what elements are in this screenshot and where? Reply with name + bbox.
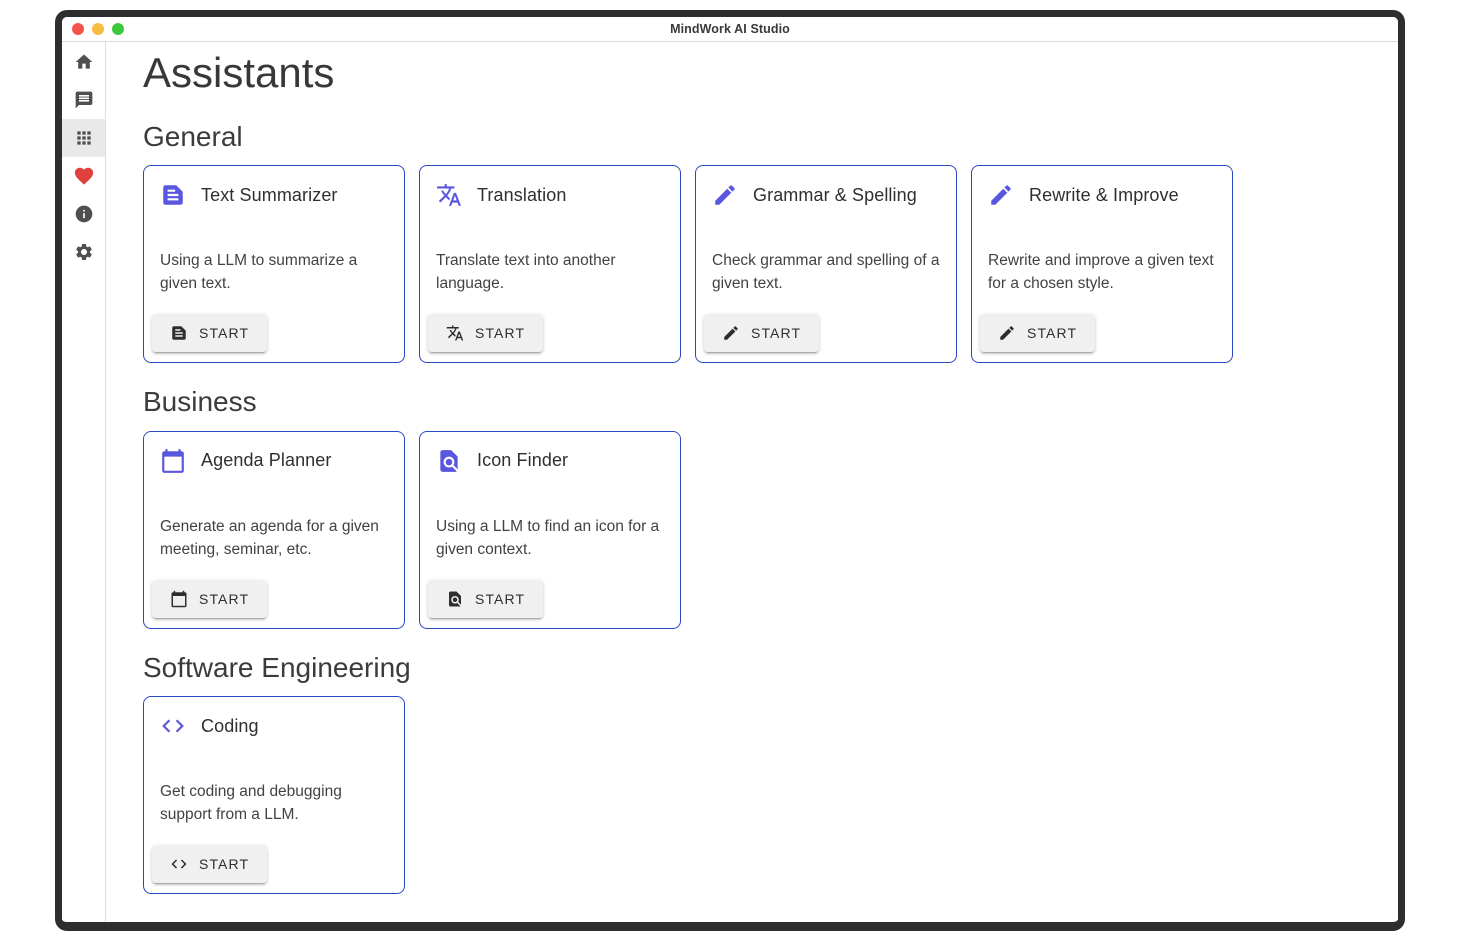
card-description: Check grammar and spelling of a given te… [712,250,940,296]
card-description: Using a LLM to find an icon for a given … [436,516,664,562]
card-grid: Text Summarizer Using a LLM to summarize … [143,165,1398,363]
pencil-icon [722,324,740,342]
home-icon [74,52,94,72]
gear-icon [74,242,94,262]
start-button-label: START [199,325,249,341]
title-bar: MindWork AI Studio [62,17,1398,42]
card-description: Generate an agenda for a given meeting, … [160,516,388,562]
card-description: Translate text into another language. [436,250,664,296]
section-heading: Software Engineering [143,651,1398,685]
card-grid: Coding Get coding and debugging support f… [143,696,1398,894]
pencil-icon [988,182,1014,208]
card-title: Text Summarizer [201,185,338,206]
card-header: Icon Finder [436,448,664,474]
card-title: Rewrite & Improve [1029,185,1179,206]
card-description: Get coding and debugging support from a … [160,781,388,827]
info-icon [74,204,94,224]
sidebar-item-settings[interactable] [62,233,105,271]
assistant-card-agenda-planner: Agenda Planner Generate an agenda for a g… [143,431,405,629]
window-body: Assistants General Text Summarizer Using a… [62,42,1398,922]
section-software-engineering: Software Engineering Coding Get coding and… [143,651,1398,895]
section-general: General Text Summarizer Using a LLM to sum… [143,120,1398,364]
sidebar-item-home[interactable] [62,43,105,81]
pencil-icon [998,324,1016,342]
app-window: MindWork AI Studio Assistants General Tex… [55,10,1405,931]
assistant-card-translation: Translation Translate text into another l… [419,165,681,363]
start-button-label: START [475,591,525,607]
calendar-icon [160,448,186,474]
start-button-label: START [199,591,249,607]
start-button-agenda-planner[interactable]: START [152,580,267,618]
code-icon [170,855,188,873]
minimize-button[interactable] [92,23,104,35]
main-content: Assistants General Text Summarizer Using a… [106,42,1398,922]
screen: MindWork AI Studio Assistants General Tex… [0,0,1457,949]
heart-icon [73,165,95,187]
card-header: Grammar & Spelling [712,182,940,208]
start-button-grammar-spelling[interactable]: START [704,314,819,352]
page-title: Assistants [143,48,1398,98]
assistant-card-text-summarizer: Text Summarizer Using a LLM to summarize … [143,165,405,363]
section-heading: Business [143,385,1398,419]
card-grid: Agenda Planner Generate an agenda for a g… [143,431,1398,629]
window-title: MindWork AI Studio [670,22,790,36]
card-title: Translation [477,185,566,206]
card-title: Icon Finder [477,450,568,471]
translate-icon [436,182,462,208]
start-button-label: START [475,325,525,341]
start-button-label: START [199,856,249,872]
translate-icon [446,324,464,342]
text-snippet-icon [160,182,186,208]
card-header: Coding [160,713,388,739]
card-title: Grammar & Spelling [753,185,917,206]
sidebar-item-chat[interactable] [62,81,105,119]
calendar-icon [170,590,188,608]
sidebar-item-supporters[interactable] [62,157,105,195]
start-button-rewrite-improve[interactable]: START [980,314,1095,352]
sidebar-item-assistants[interactable] [62,119,105,157]
start-button-label: START [751,325,801,341]
sections-container: General Text Summarizer Using a LLM to sum… [143,120,1398,895]
close-button[interactable] [72,23,84,35]
assistant-card-icon-finder: Icon Finder Using a LLM to find an icon f… [419,431,681,629]
card-description: Rewrite and improve a given text for a c… [988,250,1216,296]
card-title: Agenda Planner [201,450,332,471]
start-button-coding[interactable]: START [152,845,267,883]
chat-icon [74,90,94,110]
card-header: Agenda Planner [160,448,388,474]
find-in-page-icon [436,448,462,474]
start-button-translation[interactable]: START [428,314,543,352]
card-title: Coding [201,716,259,737]
section-heading: General [143,120,1398,154]
find-in-page-icon [446,590,464,608]
card-header: Text Summarizer [160,182,388,208]
apps-grid-icon [74,128,94,148]
text-snippet-icon [170,324,188,342]
card-description: Using a LLM to summarize a given text. [160,250,388,296]
start-button-label: START [1027,325,1077,341]
assistant-card-coding: Coding Get coding and debugging support f… [143,696,405,894]
section-business: Business Agenda Planner Generate an agenda… [143,385,1398,629]
code-icon [160,713,186,739]
card-header: Translation [436,182,664,208]
zoom-button[interactable] [112,23,124,35]
card-header: Rewrite & Improve [988,182,1216,208]
sidebar-item-about[interactable] [62,195,105,233]
sidebar [62,42,106,922]
assistant-card-grammar-spelling: Grammar & Spelling Check grammar and spel… [695,165,957,363]
assistant-card-rewrite-improve: Rewrite & Improve Rewrite and improve a g… [971,165,1233,363]
start-button-text-summarizer[interactable]: START [152,314,267,352]
start-button-icon-finder[interactable]: START [428,580,543,618]
pencil-icon [712,182,738,208]
traffic-lights [72,17,124,41]
